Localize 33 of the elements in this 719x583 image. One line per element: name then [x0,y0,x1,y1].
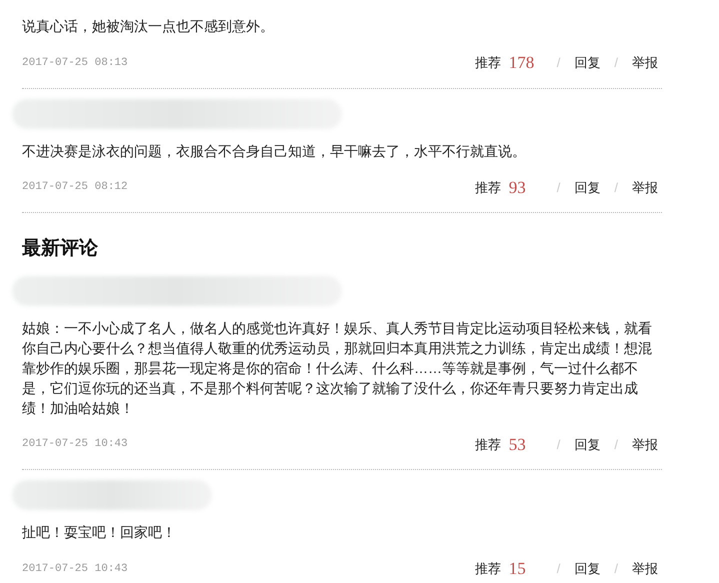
comment-time: 2017-07-25 08:12 [22,180,128,195]
section-heading: 最新评论 [22,236,99,261]
recommend-count: 178 [508,52,536,74]
report-link[interactable]: 举报 [632,178,658,197]
comment-text: 扯吧！耍宝吧！回家吧！ [22,523,177,542]
comment-time: 2017-07-25 10:43 [22,437,128,452]
comment-time: 2017-07-25 08:13 [22,56,128,70]
reply-link[interactable]: 回复 [574,559,600,578]
reply-link[interactable]: 回复 [574,434,600,454]
report-link[interactable]: 举报 [632,53,658,72]
recommend-button[interactable]: 推荐 [474,434,501,454]
separator: / [614,560,618,578]
comment-text: 说真心话，她被淘汰一点也不感到意外。 [22,17,275,36]
recommend-button[interactable]: 推荐 [474,559,501,578]
reply-link[interactable]: 回复 [574,53,600,72]
report-link[interactable]: 举报 [632,434,658,454]
separator: / [556,54,560,72]
recommend-count: 53 [508,434,527,456]
separator: / [556,560,560,578]
comment-text: 姑娘：一不小心成了名人，做名人的感觉也许真好！娱乐、真人秀节目肯定比运动项目轻松来钱，就看你自己内心要什么？想当值得人敬重的优秀运动员，那就回归本真用洪荒之力训练，肯定出成绩！想混靠炒作的娱乐圈，那昙花一现定将是你的宿命！什么涛、什么科……等等就是事例，气一过什么都不是，它们逗你玩的还当真，不是那个料何苦呢？这次输了就输了没什么，你还年青只要努力肯定出成绩！加油哈姑娘！ [22,318,652,418]
separator: / [614,436,618,454]
recommend-count: 93 [508,176,527,198]
reply-link[interactable]: 回复 [574,178,600,197]
separator: / [556,436,560,454]
recommend-button[interactable]: 推荐 [474,178,501,197]
recommend-button[interactable]: 推荐 [474,53,501,72]
comment-time: 2017-07-25 10:43 [22,562,128,576]
comment-text: 不进决赛是泳衣的问题，衣服合不合身自己知道，早干嘛去了，水平不行就直说。 [22,142,527,160]
separator: / [556,178,560,196]
report-link[interactable]: 举报 [632,559,658,578]
recommend-count: 15 [508,558,527,580]
separator: / [614,54,618,72]
separator: / [614,178,618,196]
